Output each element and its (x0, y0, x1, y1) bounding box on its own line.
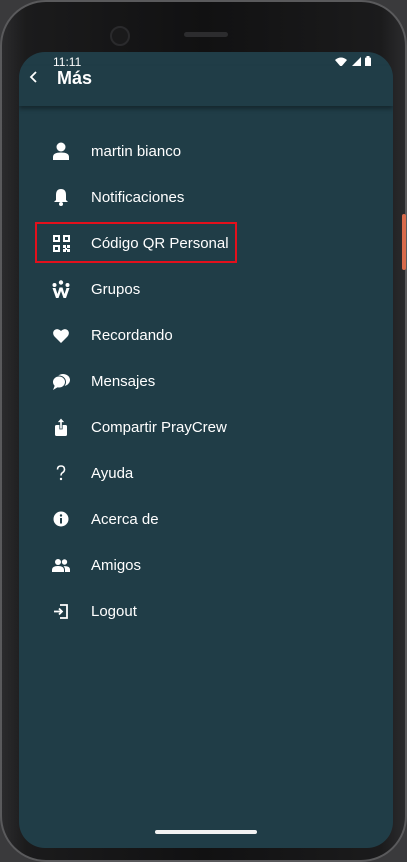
menu-item-logout[interactable]: Logout (19, 588, 393, 634)
menu-item-about[interactable]: Acerca de (19, 496, 393, 542)
groups-icon (52, 280, 70, 298)
screen: 11:11 Más martin bianco Notificaciones C… (19, 52, 393, 848)
menu-item-label: Acerca de (91, 510, 159, 528)
phone-frame: 11:11 Más martin bianco Notificaciones C… (0, 0, 407, 862)
friends-icon (52, 556, 70, 574)
menu-item-label: Ayuda (91, 464, 134, 482)
menu-item-help[interactable]: Ayuda (19, 450, 393, 496)
menu-item-remembering[interactable]: Recordando (19, 312, 393, 358)
menu-item-groups[interactable]: Grupos (19, 266, 393, 312)
page-title: Más (57, 68, 93, 88)
menu-item-label: Código QR Personal (91, 234, 229, 252)
menu-item-label: Recordando (91, 326, 173, 344)
person-icon (52, 142, 70, 160)
power-button (402, 214, 406, 270)
back-button[interactable] (23, 68, 45, 90)
menu-item-messages[interactable]: Mensajes (19, 358, 393, 404)
menu-item-qr-code[interactable]: Código QR Personal (19, 220, 393, 266)
home-indicator[interactable] (155, 830, 257, 834)
menu-item-profile[interactable]: martin bianco (19, 128, 393, 174)
menu-item-share[interactable]: Compartir PrayCrew (19, 404, 393, 450)
help-icon (52, 464, 70, 482)
heart-icon (52, 326, 70, 344)
menu-item-label: martin bianco (91, 142, 182, 160)
menu-item-friends[interactable]: Amigos (19, 542, 393, 588)
menu-item-label: Logout (91, 602, 137, 620)
app-bar: Más (19, 66, 393, 106)
menu-item-notifications[interactable]: Notificaciones (19, 174, 393, 220)
menu-item-label: Amigos (91, 556, 142, 574)
menu-item-label: Compartir PrayCrew (91, 418, 227, 436)
menu-item-label: Mensajes (91, 372, 156, 390)
front-camera (110, 26, 130, 46)
earpiece-speaker (184, 32, 228, 37)
menu-item-label: Notificaciones (91, 188, 185, 206)
info-icon (52, 510, 70, 528)
menu-item-label: Grupos (91, 280, 141, 298)
logout-icon (52, 602, 70, 620)
qr-code-icon (52, 234, 70, 252)
chevron-left-icon (29, 70, 39, 88)
share-icon (52, 418, 70, 436)
chat-bubbles-icon (52, 372, 70, 390)
bell-icon (52, 188, 70, 206)
menu-list: martin bianco Notificaciones Código QR P… (19, 128, 393, 634)
